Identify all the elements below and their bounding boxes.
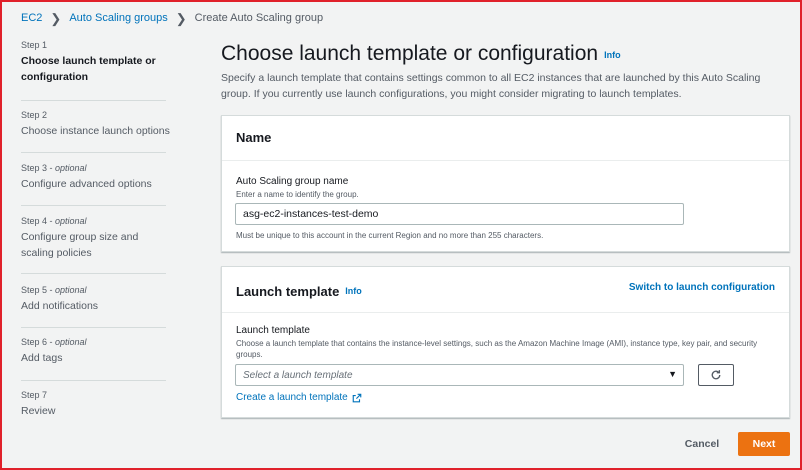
page-title: Choose launch template or configuration I… [221, 42, 621, 65]
field-hint: Enter a name to identify the group. [236, 190, 359, 199]
panel-title: Launch template Info [236, 284, 362, 299]
step-title: Add notifications [21, 300, 99, 312]
field-hint: Choose a launch template that contains t… [236, 339, 758, 359]
wizard-step-3[interactable]: Step 3 - optional Configure advanced opt… [21, 163, 173, 192]
step-title: Choose instance launch options [21, 125, 170, 137]
wizard-step-1: Step 1 Choose launch template or configu… [21, 40, 173, 85]
step-number: Step 3 - optional [21, 163, 87, 173]
panel-header: Name [222, 116, 789, 161]
external-link-icon [352, 393, 362, 402]
switch-to-launch-configuration-link[interactable]: Switch to launch configuration [629, 282, 775, 293]
asg-name-input[interactable] [235, 203, 684, 225]
info-link[interactable]: Info [604, 50, 621, 60]
info-link[interactable]: Info [345, 286, 362, 296]
step-number: Step 6 - optional [21, 337, 87, 347]
breadcrumb-asg-link[interactable]: Auto Scaling groups [69, 12, 167, 24]
wizard-step-5[interactable]: Step 5 - optional Add notifications [21, 285, 173, 314]
field-label: Launch template [236, 325, 310, 336]
wizard-step-6[interactable]: Step 6 - optional Add tags [21, 337, 173, 366]
launch-template-panel: Launch template Info Switch to launch con… [221, 266, 790, 418]
divider [21, 273, 166, 274]
chevron-right-icon: ❯ [50, 10, 62, 26]
step-number: Step 2 [21, 110, 48, 120]
launch-template-select[interactable]: Select a launch template ▼ [235, 364, 684, 386]
next-button[interactable]: Next [738, 432, 790, 456]
refresh-icon [711, 370, 721, 380]
step-number: Step 5 - optional [21, 285, 87, 295]
page-description: Specify a launch template that contains … [221, 72, 761, 100]
name-panel: Name Auto Scaling group name Enter a nam… [221, 115, 790, 252]
step-number: Step 1 [21, 40, 48, 50]
step-number: Step 4 - optional [21, 216, 87, 226]
chevron-right-icon: ❯ [175, 10, 187, 26]
caret-down-icon: ▼ [668, 369, 677, 379]
step-title: Add tags [21, 352, 63, 364]
cancel-button[interactable]: Cancel [674, 433, 730, 455]
breadcrumb-current: Create Auto Scaling group [194, 12, 324, 24]
field-constraint: Must be unique to this account in the cu… [236, 231, 544, 240]
wizard-step-4[interactable]: Step 4 - optional Configure group size a… [21, 216, 173, 261]
app-frame: EC2 ❯ Auto Scaling groups ❯ Create Auto … [0, 0, 802, 470]
divider [21, 100, 166, 101]
step-number: Step 7 [21, 390, 48, 400]
divider [21, 205, 166, 206]
divider [21, 327, 166, 328]
create-launch-template-link[interactable]: Create a launch template [236, 392, 362, 403]
divider [21, 380, 166, 381]
breadcrumb: EC2 ❯ Auto Scaling groups ❯ Create Auto … [21, 10, 324, 26]
step-title: Configure group size and scaling policie… [21, 231, 139, 259]
wizard-step-2[interactable]: Step 2 Choose instance launch options [21, 110, 173, 139]
step-title: Configure advanced options [21, 178, 152, 190]
refresh-button[interactable] [698, 364, 734, 386]
select-placeholder: Select a launch template [243, 369, 353, 381]
wizard-step-7[interactable]: Step 7 Review [21, 390, 173, 419]
step-title: Choose launch template or configuration [21, 55, 156, 83]
step-title: Review [21, 405, 56, 417]
panel-header: Launch template Info Switch to launch con… [222, 267, 789, 313]
divider [21, 152, 166, 153]
field-label: Auto Scaling group name [236, 176, 349, 187]
panel-title: Name [236, 130, 272, 145]
breadcrumb-ec2-link[interactable]: EC2 [21, 12, 42, 24]
